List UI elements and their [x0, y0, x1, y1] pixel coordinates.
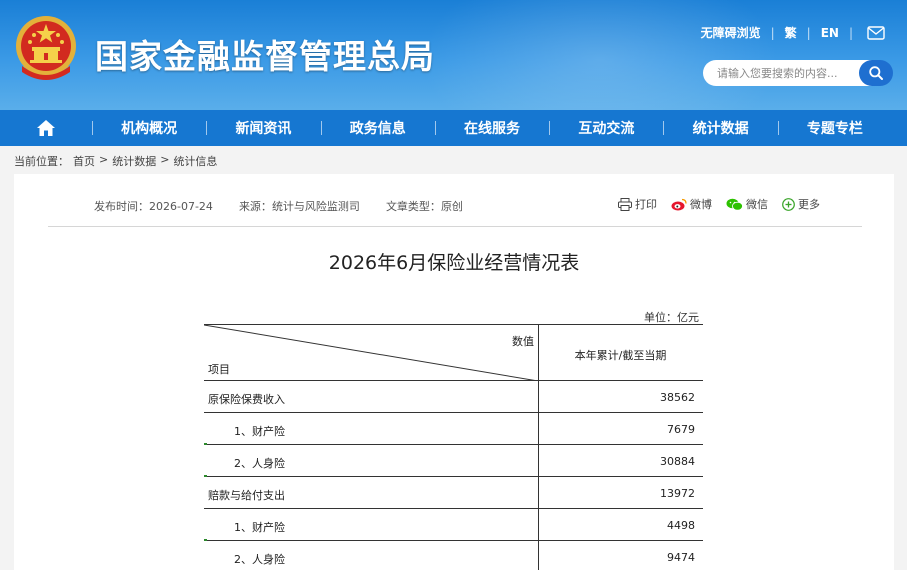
- nav-item-news[interactable]: 新闻资讯: [206, 110, 320, 146]
- row-value: 7679: [667, 423, 695, 436]
- more-share-button[interactable]: 更多: [782, 196, 820, 212]
- row-value: 13972: [660, 487, 695, 500]
- accessibility-link[interactable]: 无障碍浏览: [701, 24, 761, 41]
- breadcrumb-statistics[interactable]: 统计数据: [112, 153, 156, 169]
- weibo-label: 微博: [690, 198, 712, 211]
- breadcrumb-stat-info[interactable]: 统计信息: [173, 153, 217, 169]
- row-value: 9474: [667, 551, 695, 564]
- site-header: 国家金融监督管理总局 无障碍浏览 | 繁 | EN |: [0, 0, 907, 110]
- search-icon: [869, 66, 883, 80]
- breadcrumb-home[interactable]: 首页: [73, 153, 95, 169]
- search-button[interactable]: [859, 60, 893, 86]
- row-name: 2、人身险: [234, 553, 285, 566]
- table-row: 2、人身险 9474: [204, 541, 703, 570]
- weibo-icon: [671, 198, 687, 210]
- nav-item-institution[interactable]: 机构概况: [92, 110, 206, 146]
- row-value: 4498: [667, 519, 695, 532]
- plus-circle-icon: [782, 197, 795, 211]
- article-card: 发布时间：2026-07-24 来源：统计与风险监测司 文章类型：原创 打印 微…: [14, 174, 894, 570]
- home-icon: [37, 120, 55, 136]
- column-separator: [538, 477, 539, 508]
- nav-item-online-service[interactable]: 在线服务: [434, 110, 549, 146]
- header-glow: [420, 0, 780, 110]
- row-name: 原保险保费收入: [208, 393, 285, 406]
- traditional-chinese-link[interactable]: 繁: [785, 24, 797, 41]
- mail-icon[interactable]: [867, 25, 885, 40]
- column-separator: [538, 509, 539, 540]
- breadcrumb-separator: >: [99, 153, 109, 166]
- table-row: 赔款与给付支出 13972: [204, 477, 703, 509]
- nav-item-government-info[interactable]: 政务信息: [320, 110, 435, 146]
- table-row: 1、财产险 4498: [204, 509, 703, 541]
- header-item-label: 项目: [208, 363, 230, 376]
- row-value: 38562: [660, 391, 695, 404]
- type-value: 原创: [440, 200, 463, 213]
- table-row: 2、人身险 30884: [204, 445, 703, 477]
- row-name: 1、财产险: [234, 425, 285, 438]
- header-value-label: 数值: [512, 335, 534, 348]
- search-box: [703, 60, 893, 86]
- main-nav: 机构概况 新闻资讯 政务信息 在线服务 互动交流 统计数据 专题专栏: [0, 110, 907, 146]
- more-label: 更多: [798, 198, 820, 211]
- breadcrumb: 当前位置： 首页 > 统计数据 > 统计信息: [14, 153, 217, 169]
- wechat-share-button[interactable]: 微信: [726, 196, 768, 212]
- meta-divider: [48, 226, 862, 227]
- unit-label: 单位：亿元: [644, 311, 699, 324]
- source-label: 来源：: [238, 200, 272, 213]
- diagonal-header-line: [204, 325, 538, 381]
- row-name: 2、人身险: [234, 457, 285, 470]
- printer-icon: [618, 197, 632, 211]
- site-title: 国家金融监督管理总局: [95, 37, 435, 76]
- wechat-label: 微信: [746, 198, 768, 211]
- nav-item-special-topics[interactable]: 专题专栏: [777, 110, 892, 146]
- article-title: 2026年6月保险业经营情况表: [328, 252, 580, 274]
- source-value: 统计与风险监测司: [271, 200, 360, 213]
- nav-home[interactable]: [0, 110, 92, 146]
- breadcrumb-prefix: 当前位置：: [14, 155, 69, 168]
- column-separator: [538, 445, 539, 476]
- row-name: 赔款与给付支出: [208, 489, 285, 502]
- breadcrumb-separator: >: [160, 153, 170, 166]
- type-info: 文章类型：原创: [386, 198, 463, 214]
- publish-date: 2026-07-24: [149, 200, 213, 213]
- nav-item-interaction[interactable]: 互动交流: [549, 110, 663, 146]
- article-meta: 发布时间：2026-07-24 来源：统计与风险监测司 文章类型：原创: [94, 198, 463, 214]
- search-input[interactable]: [703, 60, 873, 86]
- wechat-icon: [726, 198, 743, 211]
- type-label: 文章类型：: [385, 200, 441, 213]
- column-separator: [538, 381, 539, 412]
- publish-info: 发布时间：2026-07-24: [94, 198, 213, 214]
- print-label: 打印: [635, 198, 657, 211]
- print-button[interactable]: 打印: [618, 196, 657, 212]
- row-value: 30884: [660, 455, 695, 468]
- national-emblem-icon: [16, 16, 76, 80]
- column-separator: [538, 413, 539, 444]
- statistics-table: 数值 项目 本年累计/截至当期 原保险保费收入 38562 1、财产险 7679…: [204, 324, 703, 570]
- weibo-share-button[interactable]: 微博: [671, 196, 712, 212]
- english-link[interactable]: EN: [821, 26, 839, 40]
- column-separator: [538, 541, 539, 570]
- link-divider: |: [848, 25, 853, 40]
- table-row: 1、财产险 7679: [204, 413, 703, 445]
- row-name: 1、财产险: [234, 521, 285, 534]
- publish-label: 发布时间：: [94, 200, 149, 213]
- nav-item-statistics[interactable]: 统计数据: [663, 110, 777, 146]
- link-divider: |: [770, 25, 775, 40]
- top-links: 无障碍浏览 | 繁 | EN |: [701, 24, 885, 41]
- table-header: 数值 项目 本年累计/截至当期: [204, 324, 703, 381]
- table-row: 原保险保费收入 38562: [204, 381, 703, 413]
- header-column-title: 本年累计/截至当期: [574, 349, 667, 362]
- share-bar: 打印 微博 微信 更多: [618, 196, 820, 212]
- link-divider: |: [806, 25, 811, 40]
- source-info: 来源：统计与风险监测司: [239, 198, 360, 214]
